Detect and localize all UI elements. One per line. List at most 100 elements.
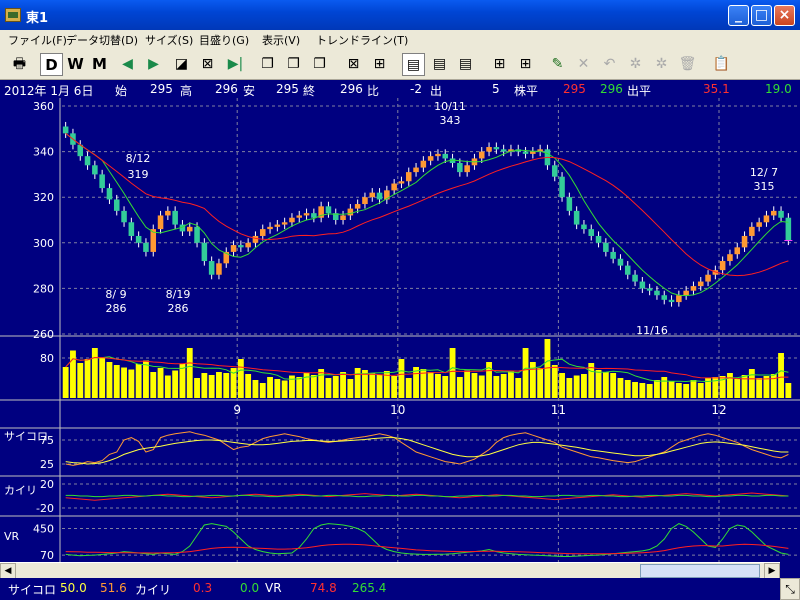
kairi-line: [65, 492, 789, 501]
menu-trendline[interactable]: トレンドライン(T): [316, 32, 408, 48]
window-2-button[interactable]: ❐: [282, 53, 305, 76]
period-monthly-button[interactable]: M: [88, 53, 111, 76]
volume-bar: [84, 359, 91, 398]
prev-button[interactable]: ◀: [116, 53, 139, 76]
document-icon-2: ▤: [432, 56, 447, 72]
minimize-button[interactable]: _: [728, 5, 749, 26]
candle-body: [493, 147, 500, 150]
price-tick-label-5: 260: [33, 328, 54, 341]
tile-1-button[interactable]: ⊞: [488, 53, 511, 76]
volume-bar: [77, 363, 84, 398]
layout-2-button[interactable]: ▤: [428, 53, 451, 76]
delete-line-button[interactable]: ✕: [572, 53, 595, 76]
layout-3-button[interactable]: ▤: [454, 53, 477, 76]
candle-body: [84, 156, 91, 166]
window-3-button[interactable]: ❐: [308, 53, 331, 76]
annotation-value-1: 286: [106, 302, 127, 315]
grid-toggle-button[interactable]: ⊠: [342, 53, 365, 76]
volume-tick-label: 80: [40, 352, 54, 365]
price-tick-label-2: 320: [33, 191, 54, 204]
candle-body: [785, 217, 792, 241]
candle-body: [588, 229, 595, 236]
candle-body: [376, 192, 383, 200]
minimize-icon: _: [735, 7, 742, 23]
candle-body: [303, 213, 310, 216]
volume-bar: [274, 379, 281, 398]
split-icon: ⊞: [373, 56, 386, 72]
trash-button[interactable]: 🗑: [676, 53, 699, 76]
candle-body: [216, 263, 222, 275]
candle-body: [245, 242, 251, 248]
candle-body: [230, 245, 237, 252]
scroll-thumb[interactable]: [640, 564, 760, 578]
vr-tick-label-0: 450: [33, 523, 54, 536]
volume-bar: [150, 372, 157, 398]
info-volume: 5: [492, 82, 500, 96]
tile-2-button[interactable]: ⊞: [514, 53, 537, 76]
volume-bar: [376, 375, 383, 398]
chart-area[interactable]: 360 340 320 300 280 260 9 10 11 12 8/12 319 8/ 9 286 8…: [0, 98, 800, 578]
draw-line-button[interactable]: ✎: [546, 53, 569, 76]
candle-body: [464, 165, 470, 173]
settings-2-button[interactable]: ✲: [650, 53, 673, 76]
horizontal-scrollbar[interactable]: ◀ ▶: [0, 562, 780, 579]
settings-1-button[interactable]: ✲: [624, 53, 647, 76]
document-icon-3: ▤: [458, 56, 473, 72]
candle-body: [573, 210, 580, 225]
candle-body: [741, 235, 748, 248]
info-vol-avg-label: 出平: [627, 84, 652, 98]
scroll-right-button[interactable]: ▶: [764, 563, 780, 579]
menu-size[interactable]: サイズ(S): [145, 32, 193, 48]
month-label-3: 12: [711, 403, 726, 417]
notes-button[interactable]: 📋: [710, 53, 733, 76]
candle-body: [566, 197, 573, 211]
menu-file[interactable]: ファイル(F): [8, 32, 67, 48]
print-button[interactable]: 🖶: [8, 53, 31, 76]
window-1-button[interactable]: ❐: [256, 53, 279, 76]
undo-icon: ↶: [603, 56, 616, 72]
candle-body: [668, 299, 675, 303]
split-button[interactable]: ⊞: [368, 53, 391, 76]
scroll-left-button[interactable]: ◀: [0, 563, 16, 579]
candle-body: [99, 174, 105, 189]
volume-bar: [157, 368, 164, 398]
close-button[interactable]: ×: [774, 5, 795, 26]
status-bar: サイコロ 50.0 51.6 カイリ 0.3 0.0 VR 74.8 265.4: [0, 578, 800, 600]
annotation-date-4: 11/16: [636, 324, 668, 337]
volume-bar: [179, 364, 186, 398]
resize-grip[interactable]: ⤡: [780, 578, 800, 600]
menu-view[interactable]: 表示(V): [262, 32, 300, 48]
candle-body: [654, 290, 660, 296]
zoom-button[interactable]: ◪: [170, 53, 193, 76]
zoom-icon: ◪: [174, 56, 189, 72]
vr-panel-title: VR: [4, 530, 20, 543]
annotation-value-0: 319: [128, 168, 149, 181]
app-icon[interactable]: [5, 8, 21, 22]
tile-icon-2: ⊞: [519, 56, 532, 72]
next-button[interactable]: ▶: [142, 53, 165, 76]
menu-scale[interactable]: 目盛り(G): [199, 32, 249, 48]
candle-body: [274, 224, 281, 227]
chart-svg[interactable]: 3603403203002802609 10 11 128/123198/ 92868…: [0, 98, 800, 562]
candle-body: [347, 208, 354, 216]
candle-body: [157, 215, 164, 230]
cross-line-icon: ✕: [577, 56, 590, 72]
crosshair-button[interactable]: ⊠: [196, 53, 219, 76]
title-bar[interactable]: 東1 _ □ ×: [0, 0, 800, 30]
period-daily-button[interactable]: D: [40, 53, 63, 76]
info-low-label: 安: [243, 84, 256, 98]
candle-body: [296, 215, 303, 218]
status-kairi-1: 0.3: [193, 581, 213, 595]
period-weekly-button[interactable]: W: [64, 53, 87, 76]
info-bar: 2012年 1月 6日 始 295 高 296 安 295 終 296 比 -2…: [0, 80, 800, 98]
jump-end-button[interactable]: ▶|: [224, 53, 247, 76]
volume-bar: [296, 377, 303, 398]
volume-bar: [449, 348, 456, 398]
menu-data-switch[interactable]: データ切替(D): [66, 32, 138, 48]
undo-button[interactable]: ↶: [598, 53, 621, 76]
info-date: 2012年 1月 6日: [4, 84, 94, 98]
maximize-button[interactable]: □: [751, 5, 772, 26]
candle-body: [595, 235, 602, 243]
layout-1-button[interactable]: ▤: [402, 53, 425, 76]
candle-body: [354, 204, 361, 209]
